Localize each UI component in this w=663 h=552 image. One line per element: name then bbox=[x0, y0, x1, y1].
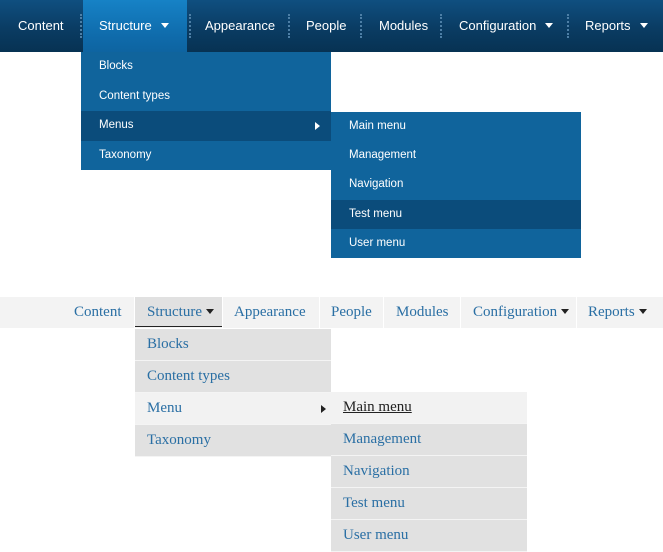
bottom-menu-content[interactable]: Content bbox=[74, 297, 122, 328]
bottom-menu-separator bbox=[383, 297, 384, 328]
top-menu-people[interactable]: People bbox=[306, 0, 346, 52]
top-flyout-item-label: User menu bbox=[349, 236, 406, 249]
top-menu-separator bbox=[80, 14, 82, 38]
top-flyout-item-navigation[interactable]: Navigation bbox=[331, 170, 581, 199]
bottom-flyout-item-main-menu[interactable]: Main menu bbox=[331, 392, 527, 424]
bottom-menu-modules-label: Modules bbox=[396, 304, 449, 320]
top-flyout-item-label: Test menu bbox=[349, 207, 403, 220]
bottom-menu-structure[interactable]: Structure bbox=[135, 297, 222, 327]
top-menu-people-label: People bbox=[306, 18, 347, 33]
top-menu-appearance-label: Appearance bbox=[205, 18, 276, 33]
bottom-flyout-item-label: Navigation bbox=[343, 463, 410, 479]
chevron-down-icon bbox=[205, 309, 214, 315]
top-structure-dropdown: Blocks Content types Menus Taxonomy bbox=[81, 52, 331, 170]
chevron-right-icon bbox=[321, 405, 326, 413]
top-menus-flyout: Main menu Management Navigation Test men… bbox=[331, 112, 581, 258]
top-menu-separator bbox=[288, 14, 290, 38]
chevron-down-icon bbox=[638, 309, 647, 315]
bottom-menu-reports[interactable]: Reports bbox=[588, 297, 647, 328]
bottom-menu-content-label: Content bbox=[74, 304, 122, 320]
chevron-down-icon bbox=[160, 23, 169, 29]
top-flyout-item-user-menu[interactable]: User menu bbox=[331, 229, 581, 258]
bottom-menu-reports-label: Reports bbox=[588, 304, 635, 320]
top-flyout-item-label: Main menu bbox=[349, 120, 406, 132]
bottom-menu-separator bbox=[222, 297, 223, 328]
bottom-dropdown-item-label: Blocks bbox=[147, 336, 189, 352]
top-menu-separator bbox=[567, 14, 569, 38]
bottom-structure-dropdown: Blocks Content types Menu Taxonomy bbox=[135, 329, 331, 457]
bottom-menu-separator bbox=[319, 297, 320, 328]
bottom-menu-people-label: People bbox=[331, 304, 372, 320]
chevron-down-icon bbox=[561, 309, 570, 315]
bottom-dropdown-item-content-types[interactable]: Content types bbox=[135, 361, 331, 393]
top-menu-structure-label: Structure bbox=[99, 18, 152, 33]
top-menu-reports-label: Reports bbox=[585, 18, 631, 33]
bottom-flyout-item-management[interactable]: Management bbox=[331, 424, 527, 456]
top-dropdown-item-taxonomy[interactable]: Taxonomy bbox=[81, 141, 331, 171]
chevron-down-icon bbox=[639, 23, 648, 29]
top-dropdown-item-label: Content types bbox=[99, 89, 170, 102]
bottom-flyout-item-label: Test menu bbox=[343, 495, 405, 511]
top-menu-structure[interactable]: Structure bbox=[83, 0, 187, 52]
bottom-flyout-item-label: User menu bbox=[343, 527, 409, 543]
top-dropdown-item-blocks[interactable]: Blocks bbox=[81, 52, 331, 82]
bottom-flyout-item-navigation[interactable]: Navigation bbox=[331, 456, 527, 488]
top-menu-reports[interactable]: Reports bbox=[585, 0, 648, 52]
top-dropdown-item-label: Taxonomy bbox=[99, 148, 152, 161]
bottom-flyout-item-user-menu[interactable]: User menu bbox=[331, 520, 527, 552]
top-flyout-item-label: Navigation bbox=[349, 178, 404, 191]
bottom-menu-separator bbox=[576, 297, 577, 328]
chevron-down-icon bbox=[545, 23, 554, 29]
bottom-menu-configuration[interactable]: Configuration bbox=[473, 297, 570, 328]
top-flyout-item-management[interactable]: Management bbox=[331, 141, 581, 170]
bottom-dropdown-item-label: Content types bbox=[147, 368, 230, 384]
top-flyout-item-label: Management bbox=[349, 149, 417, 162]
top-menu-separator bbox=[440, 14, 442, 38]
bottom-flyout-item-label: Management bbox=[343, 431, 422, 447]
top-menu-configuration-label: Configuration bbox=[459, 18, 537, 33]
bottom-dropdown-item-menu[interactable]: Menu bbox=[135, 393, 331, 425]
top-dropdown-item-label: Blocks bbox=[99, 60, 133, 72]
top-flyout-item-main-menu[interactable]: Main menu bbox=[331, 112, 581, 141]
top-menu-modules-label: Modules bbox=[379, 18, 429, 33]
top-dropdown-item-menus[interactable]: Menus bbox=[81, 111, 331, 141]
bottom-flyout-item-test-menu[interactable]: Test menu bbox=[331, 488, 527, 520]
bottom-menu-people[interactable]: People bbox=[331, 297, 372, 328]
bottom-menu-appearance[interactable]: Appearance bbox=[234, 297, 306, 328]
top-dropdown-item-content-types[interactable]: Content types bbox=[81, 82, 331, 112]
bottom-menu-modules[interactable]: Modules bbox=[396, 297, 449, 328]
top-menu-appearance[interactable]: Appearance bbox=[205, 0, 275, 52]
top-menu-separator bbox=[189, 14, 191, 38]
top-flyout-item-test-menu[interactable]: Test menu bbox=[331, 199, 581, 229]
top-menu-content[interactable]: Content bbox=[18, 0, 64, 52]
bottom-menu-flyout: Main menu Management Navigation Test men… bbox=[331, 392, 527, 552]
bottom-menu-separator bbox=[460, 297, 461, 328]
bottom-flyout-item-label: Main menu bbox=[343, 399, 412, 415]
top-menu-modules[interactable]: Modules bbox=[379, 0, 428, 52]
top-menu-content-label: Content bbox=[18, 18, 64, 33]
bottom-menu-structure-label: Structure bbox=[147, 304, 202, 320]
chevron-right-icon bbox=[315, 122, 320, 130]
bottom-menu-appearance-label: Appearance bbox=[234, 304, 306, 320]
bottom-menu-configuration-label: Configuration bbox=[473, 304, 558, 320]
bottom-dropdown-item-blocks[interactable]: Blocks bbox=[135, 329, 331, 361]
top-menu-configuration[interactable]: Configuration bbox=[459, 0, 554, 52]
bottom-dropdown-item-label: Taxonomy bbox=[147, 432, 211, 448]
bottom-dropdown-item-taxonomy[interactable]: Taxonomy bbox=[135, 425, 331, 457]
bottom-dropdown-item-label: Menu bbox=[147, 400, 182, 416]
top-dropdown-item-label: Menus bbox=[99, 119, 134, 131]
top-menu-separator bbox=[360, 14, 362, 38]
